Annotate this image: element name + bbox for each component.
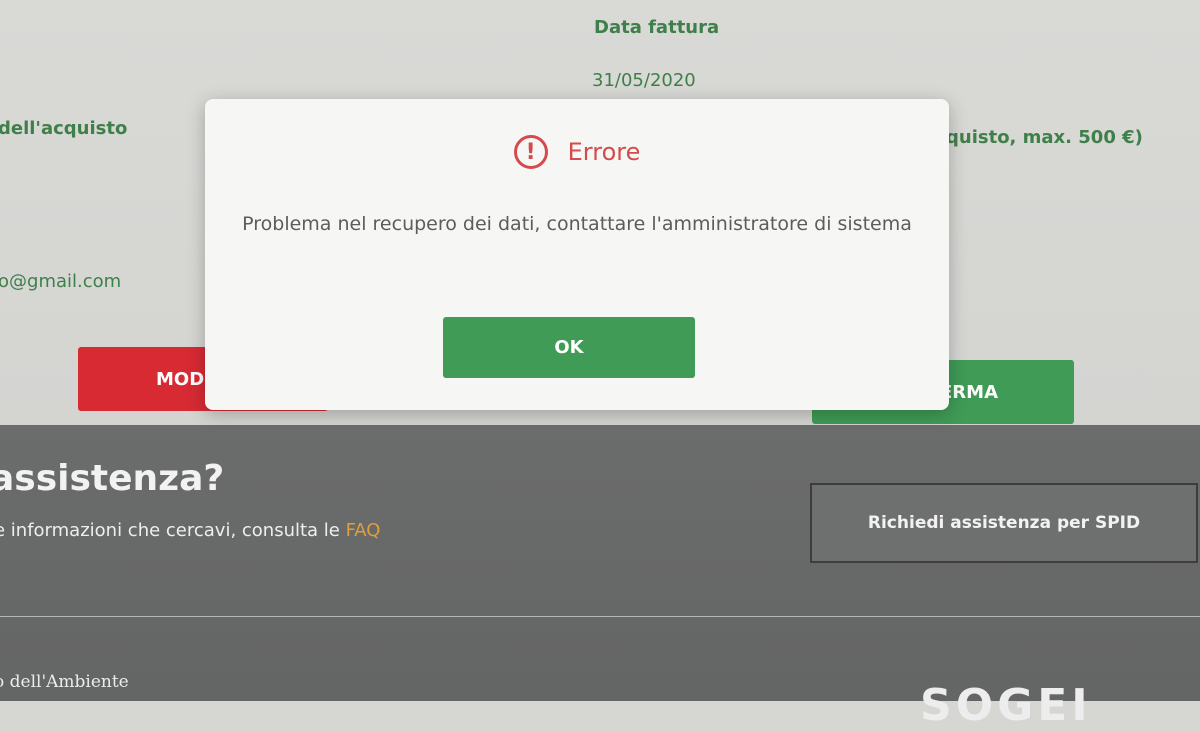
- invoice-date-label: Data fattura: [594, 17, 720, 38]
- exclamation-circle-icon: !: [513, 135, 548, 169]
- ok-button[interactable]: OK: [443, 317, 695, 378]
- modal-header: ! Errore: [205, 135, 949, 169]
- modal-message: Problema nel recupero dei dati, contatta…: [242, 213, 912, 235]
- invoice-date-value: 31/05/2020: [592, 70, 696, 91]
- help-title: assistenza?: [0, 458, 225, 499]
- spid-assistance-button[interactable]: Richiedi assistenza per SPID: [810, 483, 1198, 563]
- sogei-logo: SOGEI: [920, 680, 1092, 731]
- amount-label: quisto, max. 500 €): [946, 127, 1143, 148]
- error-modal: ! Errore Problema nel recupero dei dati,…: [205, 99, 949, 410]
- faq-link[interactable]: FAQ: [346, 520, 381, 541]
- footer-divider: [0, 616, 1200, 617]
- email-value: o@gmail.com: [0, 271, 122, 292]
- help-text-body: e informazioni che cercavi, consulta le: [0, 520, 346, 541]
- purchase-label: dell'acquisto: [0, 118, 128, 139]
- ministry-text: o dell'Ambiente: [0, 672, 129, 692]
- help-text: e informazioni che cercavi, consulta le …: [0, 520, 380, 541]
- modal-title: Errore: [567, 138, 641, 166]
